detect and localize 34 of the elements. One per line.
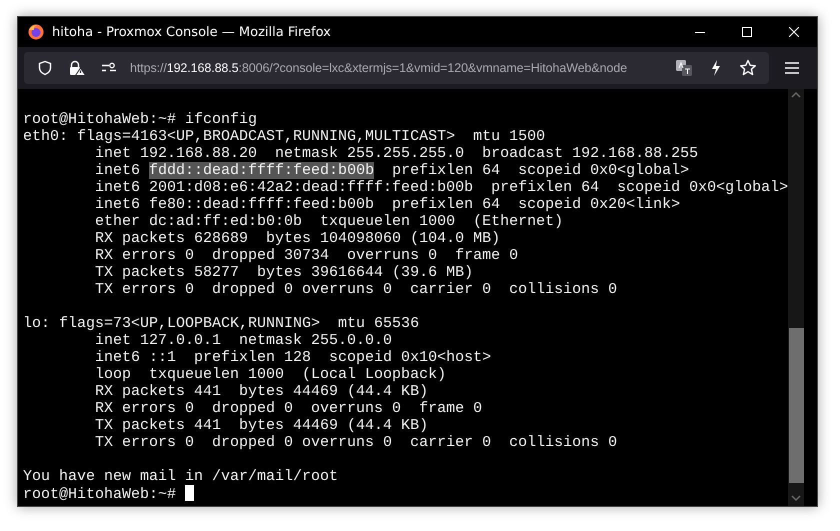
window-title: hitoha - Proxmox Console — Mozilla Firefox (52, 24, 332, 40)
scrollbar-thumb[interactable] (788, 328, 804, 483)
terminal-text: RX errors 0 dropped 30734 overruns 0 frame 0 (94, 247, 518, 264)
terminal-text: inet 127.0.0.1 netmask 255.0.0.0 (94, 332, 392, 349)
scrollbar[interactable] (788, 89, 804, 506)
terminal-text: ether dc:ad:ff:ed:b0:0b txqueuelen 1000 (Ethernet) (94, 213, 564, 230)
terminal-text: inet6 ::1 prefixlen 128 scopeid 0x10<host> (94, 349, 492, 366)
terminal-text: root@HitohaWeb:~# ifconfig (23, 111, 258, 128)
terminal-text: RX errors 0 dropped 0 overruns 0 frame 0 (94, 400, 482, 417)
terminal-text: RX packets 441 bytes 44469 (44.4 KB) (94, 383, 428, 400)
terminal-text: inet6 (94, 162, 142, 179)
terminal-text: You have new mail in /var/mail/root (23, 468, 338, 485)
terminal-text: eth0: flags=4163<UP,BROADCAST,RUNNING,MULTICAST> mtu 1500 (23, 128, 546, 145)
terminal-text: TX errors 0 dropped 0 overruns 0 carrier 0 collisions 0 (94, 281, 618, 298)
scroll-up-icon[interactable] (791, 91, 802, 99)
terminal-text: prefixlen 64 scopeid 0x0<global> (391, 162, 690, 179)
text-cursor (185, 485, 194, 501)
address-bar[interactable]: https://192.168.88.5:8006/?console=lxc&xtermjs=1&vmid=120&vmname=HitohaWeb&node (24, 52, 769, 84)
selected-text: fddd::dead:ffff:feed:b00b (149, 162, 374, 179)
terminal-text: inet 192.168.88.20 netmask 255.255.255.0 broadcast 192.168.88.255 (94, 145, 698, 162)
terminal-text: inet6 2001:d08:e6:42a2:dead:ffff:feed:b00b prefixlen 64 scopeid 0x0<global> (94, 179, 788, 196)
browser-logo-icon (28, 24, 44, 40)
terminal-text: TX errors 0 dropped 0 overruns 0 carrier 0 collisions 0 (94, 434, 618, 451)
url-text: https://192.168.88.5:8006/?console=lxc&xtermjs=1&vmid=120&vmname=HitohaWeb&node (130, 61, 628, 75)
close-icon (788, 27, 798, 37)
terminal-text: inet6 fe80::dead:ffff:feed:b00b prefixlen 64 scopeid 0x20<link> (94, 196, 680, 213)
terminal-text: TX packets 58277 bytes 39616644 (39.6 MB) (94, 264, 474, 281)
terminal-text: lo: flags=73<UP,LOOPBACK,RUNNING> mtu 65536 (23, 315, 420, 332)
maximize-icon (742, 27, 752, 37)
terminal-text: root@HitohaWeb:~# (23, 486, 178, 503)
terminal-text: RX packets 628689 bytes 104098060 (104.0 MB) (94, 230, 500, 247)
scroll-down-icon[interactable] (791, 494, 802, 502)
terminal-text: TX packets 441 bytes 44469 (44.4 KB) (94, 417, 428, 434)
terminal-text: loop txqueuelen 1000 (Local Loopback) (94, 366, 446, 383)
